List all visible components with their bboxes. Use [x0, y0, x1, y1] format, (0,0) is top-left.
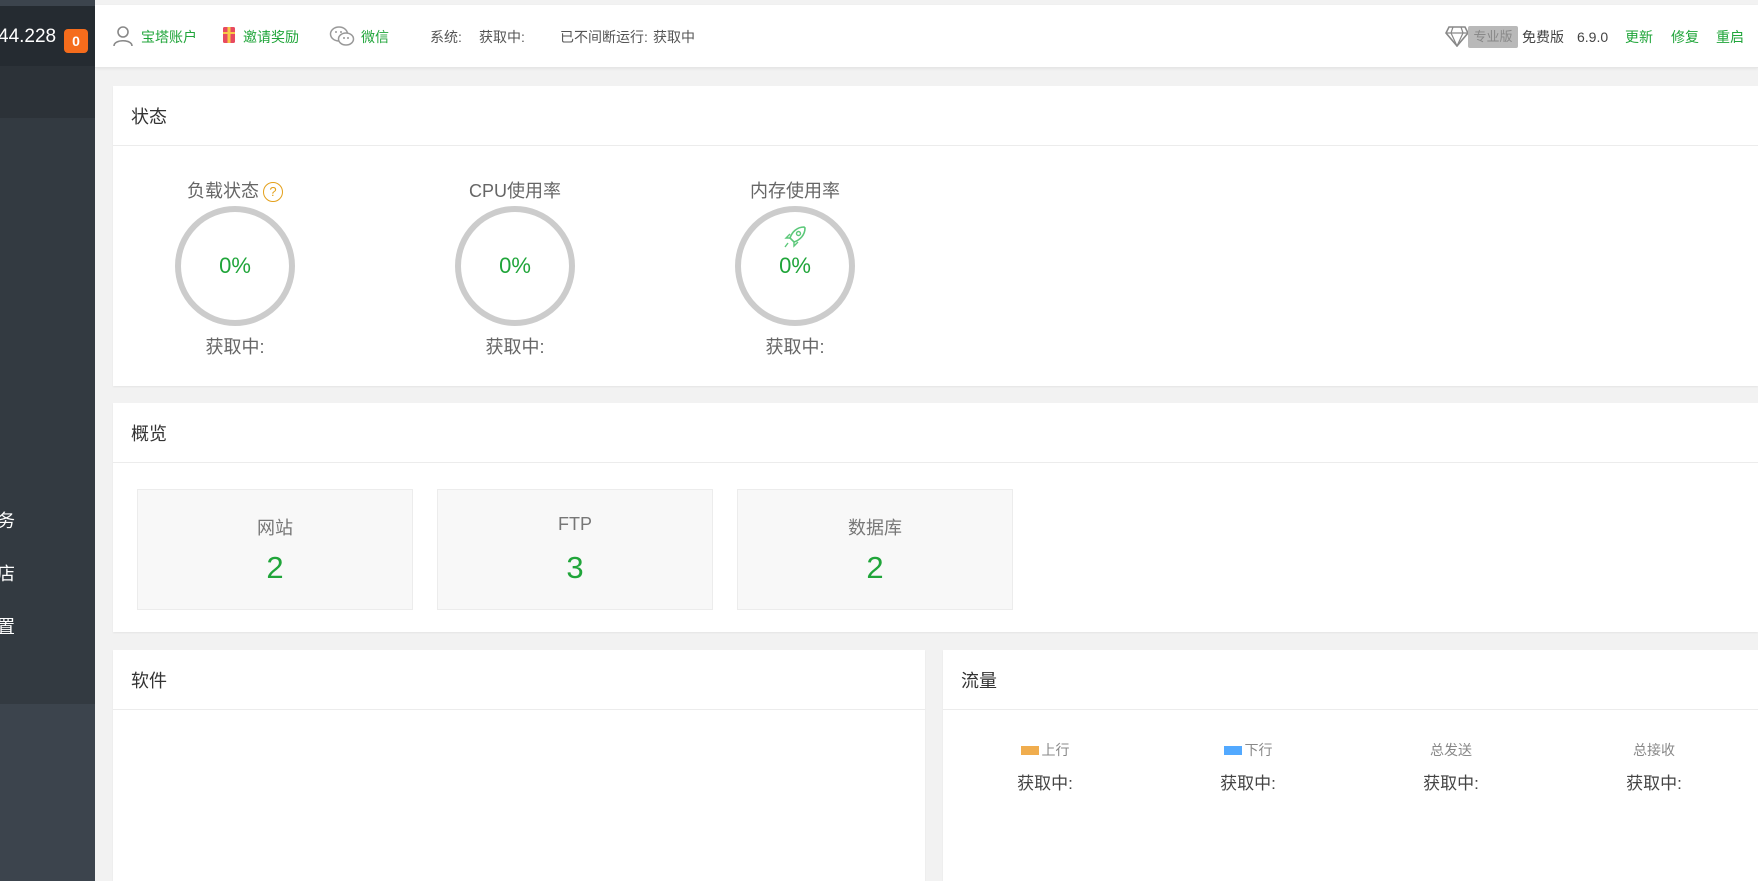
rocket-icon[interactable]	[782, 224, 808, 255]
cpu-usage-label: CPU使用率	[468, 181, 561, 201]
repair-link[interactable]: 修复	[1671, 28, 1699, 46]
software-title: 软件	[131, 671, 167, 691]
memory-usage-label: 内存使用率	[750, 181, 840, 201]
status-card: 状态 负载状态? 0% 获取中: CPU使用率 0% 获取中: 内存使用率 0%…	[113, 86, 1758, 386]
sidebar: 44.228 0 务 店 置	[0, 0, 95, 881]
cpu-gauge-value: 0%	[499, 253, 531, 278]
system-label: 系统:	[430, 29, 462, 45]
traffic-total-sent: 总发送 获取中:	[1381, 740, 1521, 794]
sidebar-header: 44.228 0	[0, 6, 95, 66]
traffic-value: 获取中:	[1017, 774, 1073, 793]
memory-gauge-status: 获取中:	[765, 337, 825, 357]
tile-label: FTP	[558, 514, 592, 534]
traffic-total-received: 总接收 获取中:	[1584, 740, 1724, 794]
memory-gauge-value: 0%	[779, 253, 811, 278]
wechat-link[interactable]: 微信	[361, 28, 389, 46]
gift-icon	[222, 26, 236, 49]
sidebar-item-settings[interactable]: 置	[0, 613, 15, 639]
help-icon[interactable]: ?	[263, 182, 283, 202]
wechat-icon	[329, 25, 355, 52]
sidebar-item-store[interactable]: 店	[0, 560, 15, 586]
overview-card: 概览 网站 2 FTP 3 数据库 2	[113, 403, 1758, 632]
divider	[113, 709, 925, 710]
divider	[113, 145, 1758, 146]
version-number: 6.9.0	[1577, 29, 1609, 45]
update-link[interactable]: 更新	[1625, 28, 1653, 46]
load-gauge-value: 0%	[219, 253, 251, 278]
traffic-value: 获取中:	[1423, 774, 1479, 793]
server-ip: 44.228	[0, 26, 57, 47]
diamond-icon	[1445, 25, 1469, 52]
notification-badge[interactable]: 0	[64, 29, 88, 53]
upload-legend-swatch	[1020, 746, 1039, 755]
traffic-upload: 上行 获取中:	[975, 740, 1115, 794]
overview-tile-databases[interactable]: 数据库 2	[737, 489, 1013, 610]
restart-link[interactable]: 重启	[1716, 28, 1744, 46]
traffic-title: 流量	[961, 671, 997, 691]
traffic-card: 流量 上行 获取中: 下行 获取中: 总发送 获取中: 总接收 获取中:	[943, 650, 1758, 881]
invite-reward-link[interactable]: 邀请奖励	[243, 28, 299, 46]
user-icon	[112, 25, 134, 52]
sidebar-item-tasks[interactable]: 务	[0, 507, 15, 533]
cpu-gauge-status: 获取中:	[485, 337, 545, 357]
tile-label: 网站	[257, 518, 293, 538]
overview-tile-ftp[interactable]: FTP 3	[437, 489, 713, 610]
tile-label: 数据库	[848, 518, 902, 538]
traffic-download: 下行 获取中:	[1178, 740, 1318, 794]
overview-title: 概览	[131, 424, 167, 444]
tile-count: 3	[566, 550, 584, 585]
system-value: 获取中:	[479, 29, 525, 45]
divider	[113, 462, 1758, 463]
download-legend-swatch	[1223, 746, 1242, 755]
traffic-value: 获取中:	[1220, 774, 1276, 793]
uptime-label: 已不间断运行:	[560, 29, 648, 45]
status-title: 状态	[131, 107, 167, 127]
software-card: 软件	[113, 650, 925, 881]
divider	[943, 709, 1758, 710]
pro-edition-badge[interactable]: 专业版	[1468, 26, 1518, 48]
overview-tile-websites[interactable]: 网站 2	[137, 489, 413, 610]
load-status-label: 负载状态?	[145, 177, 325, 203]
tile-count: 2	[266, 550, 284, 585]
load-gauge-status: 获取中:	[205, 337, 265, 357]
sidebar-menu: 务 店 置	[0, 118, 95, 704]
traffic-value: 获取中:	[1626, 774, 1682, 793]
account-link[interactable]: 宝塔账户	[141, 28, 197, 46]
free-edition-label: 免费版	[1522, 29, 1564, 45]
uptime-value: 获取中	[653, 29, 695, 45]
tile-count: 2	[866, 550, 884, 585]
top-bar: 宝塔账户 邀请奖励 微信 系统: 获取中: 已不间断运行: 获取中 专业版 免费…	[95, 5, 1758, 68]
sidebar-item-active[interactable]	[0, 66, 95, 118]
